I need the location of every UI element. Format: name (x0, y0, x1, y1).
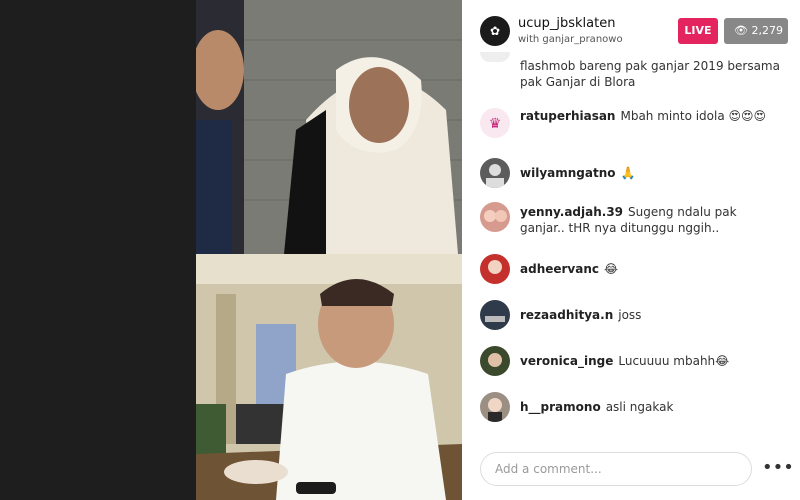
avatar[interactable] (480, 346, 510, 376)
comment-list[interactable]: flashmob bareng pak ganjar 2019 bersama … (462, 50, 800, 446)
comment-username[interactable]: veronica_inge (520, 354, 613, 368)
avatar[interactable]: ♛ (480, 108, 510, 138)
avatar[interactable] (480, 300, 510, 330)
eye-icon: 👁 (734, 24, 748, 37)
comment-username[interactable]: adheervanc (520, 262, 599, 276)
comment-text: Mbah minto idola 😍😍😍 (620, 109, 767, 123)
comment-text: asli ngakak (605, 400, 674, 414)
avatar[interactable] (480, 392, 510, 422)
svg-text:♛: ♛ (489, 116, 502, 132)
host-username[interactable]: ucup_jbsklaten (518, 16, 615, 31)
live-badge: LIVE (678, 18, 718, 44)
comment-text: flashmob bareng pak ganjar 2019 bersama … (520, 59, 780, 89)
comment-username[interactable]: ratuperhiasan (520, 109, 615, 123)
comment-text: 🙏 (620, 166, 636, 180)
host-video-feed (196, 0, 462, 254)
guest-video-image (196, 254, 462, 500)
host-video-image (196, 0, 462, 254)
host-avatar[interactable]: ✿ (480, 16, 510, 46)
live-stream-window: ✿ ucup_jbsklaten with ganjar_pranowo LIV… (0, 0, 800, 500)
comment-input[interactable] (481, 453, 751, 485)
comment-username[interactable]: h__pramono (520, 400, 601, 414)
comment-username[interactable]: wilyamngatno (520, 166, 616, 180)
avatar[interactable] (480, 254, 510, 284)
comment-username[interactable]: yenny.adjah.39 (520, 205, 623, 219)
comment-username[interactable]: rezaadhitya.n (520, 308, 613, 322)
live-header: ✿ ucup_jbsklaten with ganjar_pranowo LIV… (462, 0, 800, 52)
avatar[interactable] (480, 202, 510, 232)
comment-text: 😂 (604, 262, 619, 276)
guest-video-feed (196, 254, 462, 500)
viewer-count: 2,279 (751, 24, 783, 37)
live-comments-panel: ✿ ucup_jbsklaten with ganjar_pranowo LIV… (462, 0, 800, 500)
comment-text: joss (618, 308, 642, 322)
more-options-button[interactable]: ••• (762, 456, 794, 482)
avatar[interactable] (480, 158, 510, 188)
cohost-label[interactable]: with ganjar_pranowo (518, 34, 623, 45)
left-black-area (0, 0, 196, 500)
comment-input-container (480, 452, 752, 486)
comment-text: Lucuuuu mbahh😂 (618, 354, 730, 368)
avatar[interactable] (480, 52, 510, 62)
viewer-count-badge[interactable]: 👁 2,279 (724, 18, 788, 44)
